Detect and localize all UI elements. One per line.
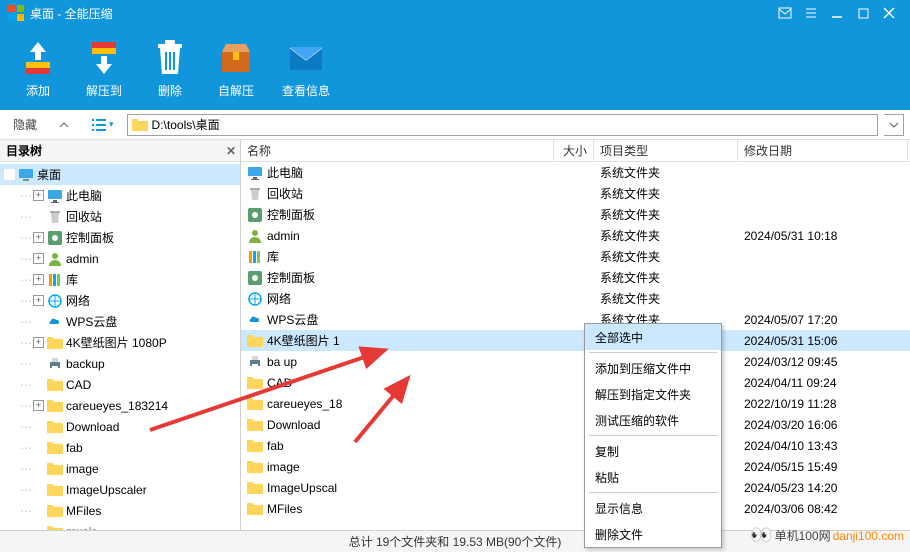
maximize-button[interactable] — [850, 0, 876, 26]
delete-label: 删除 — [158, 82, 182, 99]
envelope-icon — [286, 38, 326, 78]
path-input-container[interactable] — [127, 114, 878, 136]
file-row[interactable]: fab文件夹2024/04/10 13:43 — [241, 435, 910, 456]
file-row[interactable]: ba up文件夹2024/03/12 09:45 — [241, 351, 910, 372]
expander-icon[interactable]: + — [33, 253, 44, 264]
context-menu-item[interactable]: 解压到指定文件夹 — [585, 381, 721, 407]
file-row[interactable]: 4K壁纸图片 1文件夹2024/05/31 15:06 — [241, 330, 910, 351]
file-row[interactable]: 库系统文件夹 — [241, 246, 910, 267]
expander-icon[interactable]: + — [33, 232, 44, 243]
delete-button[interactable]: 删除 — [150, 30, 190, 106]
file-row[interactable]: CAD文件夹2024/04/11 09:24 — [241, 372, 910, 393]
tree-node[interactable]: ⋯+网络 — [0, 290, 240, 311]
box-icon — [216, 38, 256, 78]
expander-icon[interactable]: + — [33, 295, 44, 306]
add-label: 添加 — [26, 82, 50, 99]
app-logo-icon — [8, 5, 24, 21]
extract-label: 解压到 — [86, 82, 122, 99]
pathbar: 隐藏 ▾ — [0, 110, 910, 140]
sfx-button[interactable]: 自解压 — [216, 30, 256, 106]
info-label: 查看信息 — [282, 82, 330, 99]
menu-icon[interactable] — [798, 0, 824, 26]
add-button[interactable]: 添加 — [18, 30, 58, 106]
tree-node[interactable]: ⋯WPS云盘 — [0, 311, 240, 332]
tree-node[interactable]: 桌面 — [0, 164, 240, 185]
up-button[interactable] — [50, 114, 78, 136]
tree-node[interactable]: ⋯ImageUpscaler — [0, 479, 240, 500]
file-row[interactable]: 此电脑系统文件夹 — [241, 162, 910, 183]
main-toolbar: 添加 解压到 删除 自解压 查看信息 — [0, 26, 910, 110]
context-menu-item[interactable]: 测试压缩的软件 — [585, 407, 721, 433]
tree-node[interactable]: ⋯+admin — [0, 248, 240, 269]
tree-node[interactable]: ⋯CAD — [0, 374, 240, 395]
extract-button[interactable]: 解压到 — [84, 30, 124, 106]
file-row[interactable]: 回收站系统文件夹 — [241, 183, 910, 204]
col-date[interactable]: 修改日期 — [738, 140, 908, 161]
view-list-button[interactable]: ▾ — [84, 114, 121, 136]
context-menu-item[interactable]: 添加到压缩文件中 — [585, 355, 721, 381]
tree-node[interactable]: ⋯+careueyes_183214 — [0, 395, 240, 416]
file-row[interactable]: careueyes_18文件夹2022/10/19 11:28 — [241, 393, 910, 414]
status-text: 总计 19个文件夹和 19.53 MB(90个文件) — [349, 533, 562, 550]
workspace: 目录树 ✕ 桌面⋯+此电脑⋯回收站⋯+控制面板⋯+admin⋯+库⋯+网络⋯WP… — [0, 140, 910, 530]
tree-panel: 目录树 ✕ 桌面⋯+此电脑⋯回收站⋯+控制面板⋯+admin⋯+库⋯+网络⋯WP… — [0, 140, 241, 530]
list-header: 名称 大小 项目类型 修改日期 — [241, 140, 910, 162]
trash-icon — [150, 38, 190, 78]
tree-node[interactable]: ⋯回收站 — [0, 206, 240, 227]
expander-icon[interactable]: + — [33, 400, 44, 411]
tree-node[interactable]: ⋯+此电脑 — [0, 185, 240, 206]
context-menu-item[interactable]: 粘贴 — [585, 464, 721, 490]
col-size[interactable]: 大小 — [554, 140, 594, 161]
folder-icon — [132, 117, 148, 133]
tree-node[interactable]: ⋯image — [0, 458, 240, 479]
file-row[interactable]: 网络系统文件夹 — [241, 288, 910, 309]
context-menu-item[interactable]: 显示信息 — [585, 495, 721, 521]
context-menu-item[interactable]: 复制 — [585, 438, 721, 464]
titlebar: 桌面 - 全能压缩 — [0, 0, 910, 26]
tree-node[interactable]: ⋯+4K壁纸图片 1080P — [0, 332, 240, 353]
path-input[interactable] — [152, 118, 873, 132]
window-title: 桌面 - 全能压缩 — [30, 5, 772, 22]
tree-node[interactable]: ⋯Download — [0, 416, 240, 437]
col-type[interactable]: 项目类型 — [594, 140, 738, 161]
add-icon — [18, 38, 58, 78]
context-menu-item[interactable]: 全部选中 — [585, 324, 721, 350]
expander-icon[interactable]: + — [33, 274, 44, 285]
file-row[interactable]: 控制面板系统文件夹 — [241, 267, 910, 288]
statusbar: 总计 19个文件夹和 19.53 MB(90个文件) — [0, 530, 910, 552]
extract-icon — [84, 38, 124, 78]
expander-icon[interactable]: + — [33, 337, 44, 348]
tree[interactable]: 桌面⋯+此电脑⋯回收站⋯+控制面板⋯+admin⋯+库⋯+网络⋯WPS云盘⋯+4… — [0, 162, 240, 530]
tree-node[interactable]: ⋯+控制面板 — [0, 227, 240, 248]
tree-node[interactable]: ⋯music — [0, 521, 240, 530]
file-list[interactable]: 此电脑系统文件夹回收站系统文件夹控制面板系统文件夹admin系统文件夹2024/… — [241, 162, 910, 530]
col-name[interactable]: 名称 — [241, 140, 554, 161]
file-row[interactable]: Download文件夹2024/03/20 16:06 — [241, 414, 910, 435]
list-panel: 名称 大小 项目类型 修改日期 此电脑系统文件夹回收站系统文件夹控制面板系统文件… — [241, 140, 910, 530]
path-dropdown-button[interactable] — [884, 114, 904, 136]
file-row[interactable]: WPS云盘系统文件夹2024/05/07 17:20 — [241, 309, 910, 330]
tree-close-button[interactable]: ✕ — [226, 144, 236, 158]
file-row[interactable]: ImageUpscal文件夹2024/05/23 14:20 — [241, 477, 910, 498]
file-row[interactable]: 控制面板系统文件夹 — [241, 204, 910, 225]
mail-icon[interactable] — [772, 0, 798, 26]
file-row[interactable]: admin系统文件夹2024/05/31 10:18 — [241, 225, 910, 246]
file-row[interactable]: image文件夹2024/05/15 15:49 — [241, 456, 910, 477]
sfx-label: 自解压 — [218, 82, 254, 99]
context-menu-item[interactable]: 删除文件 — [585, 521, 721, 547]
hide-button[interactable]: 隐藏 — [6, 114, 44, 136]
tree-node[interactable]: ⋯fab — [0, 437, 240, 458]
context-menu[interactable]: 全部选中添加到压缩文件中解压到指定文件夹测试压缩的软件复制粘贴显示信息删除文件 — [584, 323, 722, 548]
info-button[interactable]: 查看信息 — [282, 30, 330, 106]
minimize-button[interactable] — [824, 0, 850, 26]
expander-icon[interactable]: + — [33, 190, 44, 201]
tree-node[interactable]: ⋯MFiles — [0, 500, 240, 521]
close-button[interactable] — [876, 0, 902, 26]
tree-node[interactable]: ⋯backup — [0, 353, 240, 374]
tree-node[interactable]: ⋯+库 — [0, 269, 240, 290]
tree-header: 目录树 ✕ — [0, 140, 240, 162]
file-row[interactable]: MFiles文件夹2024/03/06 08:42 — [241, 498, 910, 519]
